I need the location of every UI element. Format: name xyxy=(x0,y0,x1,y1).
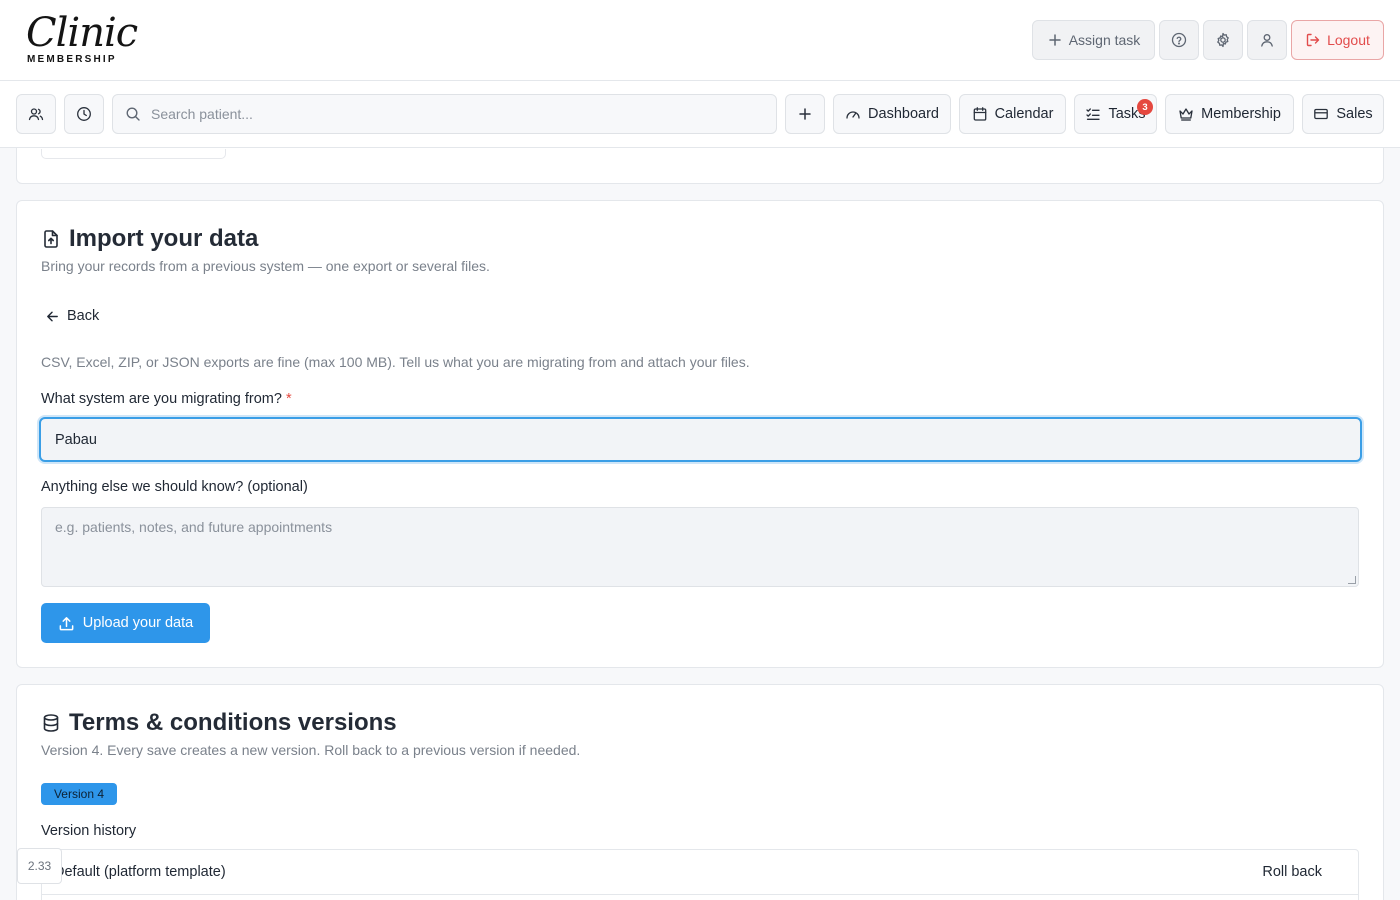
file-upload-icon xyxy=(44,230,58,248)
help-circle-icon xyxy=(1171,32,1187,48)
logo-script-text: Clinic xyxy=(26,10,138,56)
gauge-icon xyxy=(846,111,860,119)
terms-title-text: Terms & conditions versions xyxy=(69,709,397,736)
nav-sales-label: Sales xyxy=(1336,106,1373,122)
version-history-label: Version history xyxy=(41,823,137,839)
system-input-value: Pabau xyxy=(55,431,97,448)
logout-icon xyxy=(1306,33,1320,47)
patients-button[interactable] xyxy=(16,94,56,134)
import-hint: CSV, Excel, ZIP, or JSON exports are fin… xyxy=(41,354,750,370)
version-name: Default (platform template) xyxy=(54,864,226,880)
assign-task-label: Assign task xyxy=(1068,32,1141,48)
system-field-label: What system are you migrating from? * xyxy=(41,391,292,407)
nav-membership[interactable]: Membership xyxy=(1165,94,1294,134)
nav-sales[interactable]: Sales xyxy=(1302,94,1384,134)
system-input[interactable]: Pabau xyxy=(39,417,1362,462)
system-label-text: What system are you migrating from? xyxy=(41,391,282,407)
plus-icon xyxy=(1048,34,1061,46)
import-data-card: Import your data Bring your records from… xyxy=(16,200,1384,668)
nav-calendar-label: Calendar xyxy=(994,106,1054,122)
crown-icon xyxy=(1179,108,1193,121)
gear-icon xyxy=(1217,32,1229,48)
terms-subtitle: Version 4. Every save creates a new vers… xyxy=(41,742,581,758)
calendar-icon xyxy=(973,107,986,121)
plus-icon xyxy=(799,108,811,120)
recent-button[interactable] xyxy=(64,94,104,134)
search-icon xyxy=(126,107,140,121)
clock-icon xyxy=(77,107,91,121)
previous-section-control[interactable] xyxy=(41,149,226,159)
app-version-chip: 2.33 xyxy=(17,848,62,884)
main-navbar: Dashboard Calendar Tasks Membership Sale… xyxy=(0,81,1400,148)
import-subtitle: Bring your records from a previous syste… xyxy=(41,258,490,274)
upload-label: Upload your data xyxy=(82,615,194,631)
search-input[interactable] xyxy=(151,106,751,122)
import-title: Import your data xyxy=(41,225,258,253)
user-icon xyxy=(1261,34,1273,47)
nav-dashboard[interactable]: Dashboard xyxy=(833,94,951,134)
table-row: Default (platform template) Roll back xyxy=(42,850,1358,895)
logo-subtitle: MEMBERSHIP xyxy=(27,54,117,65)
version-history-table: Default (platform template) Roll back xyxy=(41,849,1359,900)
nav-membership-label: Membership xyxy=(1201,106,1281,122)
notes-textarea[interactable]: e.g. patients, notes, and future appoint… xyxy=(41,507,1359,587)
back-button[interactable]: Back xyxy=(45,308,99,324)
clinic-logo[interactable]: Clinic MEMBERSHIP xyxy=(20,8,138,70)
notes-placeholder: e.g. patients, notes, and future appoint… xyxy=(55,519,333,535)
add-new-button[interactable] xyxy=(785,94,825,134)
terms-versions-card: Terms & conditions versions Version 4. E… xyxy=(16,684,1384,900)
upload-icon xyxy=(59,616,74,630)
logout-label: Logout xyxy=(1327,32,1370,48)
tasks-count-badge: 3 xyxy=(1137,99,1153,115)
database-icon xyxy=(43,714,59,732)
arrow-left-icon xyxy=(47,311,58,321)
top-header: Clinic MEMBERSHIP Assign task Logout xyxy=(0,0,1400,81)
upload-data-button[interactable]: Upload your data xyxy=(41,603,210,643)
credit-card-icon xyxy=(1314,108,1329,120)
settings-button[interactable] xyxy=(1203,20,1243,60)
logout-button[interactable]: Logout xyxy=(1291,20,1384,60)
terms-title: Terms & conditions versions xyxy=(41,709,397,737)
roll-back-button[interactable]: Roll back xyxy=(1262,864,1322,880)
import-title-text: Import your data xyxy=(69,225,259,252)
help-button[interactable] xyxy=(1159,20,1199,60)
profile-button[interactable] xyxy=(1247,20,1287,60)
nav-calendar[interactable]: Calendar xyxy=(959,94,1066,134)
patient-search-field[interactable] xyxy=(112,94,777,134)
current-version-badge: Version 4 xyxy=(41,783,117,805)
resize-handle[interactable] xyxy=(1348,576,1356,584)
users-icon xyxy=(28,108,44,121)
notes-field-label: Anything else we should know? (optional) xyxy=(41,479,308,495)
required-mark: * xyxy=(285,391,292,407)
assign-task-button[interactable]: Assign task xyxy=(1032,20,1155,60)
checklist-icon xyxy=(1086,108,1101,120)
nav-dashboard-label: Dashboard xyxy=(868,106,939,122)
back-label: Back xyxy=(67,308,100,324)
